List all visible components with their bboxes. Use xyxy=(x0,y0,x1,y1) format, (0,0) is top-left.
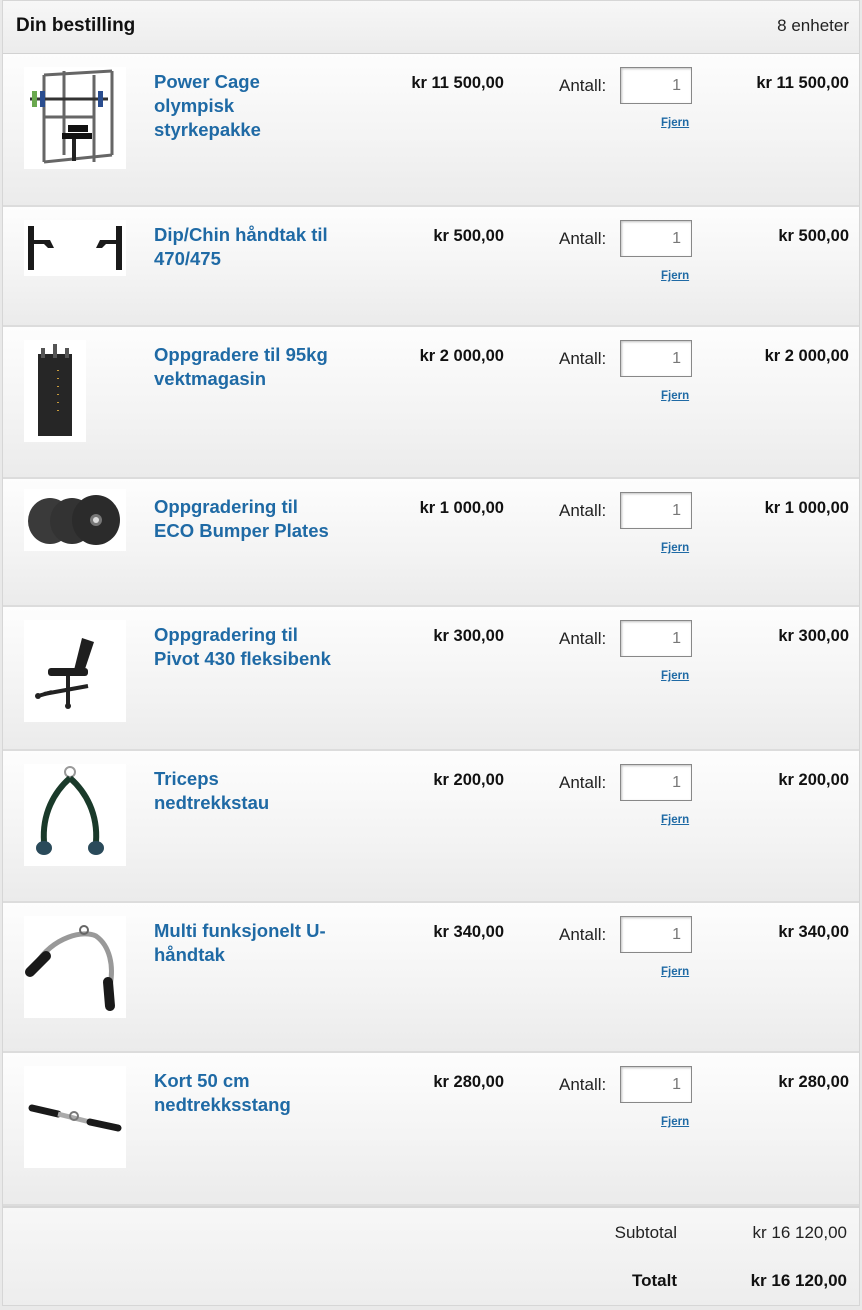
line-total: kr 200,00 xyxy=(778,771,849,789)
product-name[interactable]: Oppgradering til ECO Bumper Plates xyxy=(154,495,334,543)
product-name[interactable]: Triceps nedtrekkstau xyxy=(154,767,334,815)
line-total: kr 300,00 xyxy=(778,627,849,645)
unit-price: kr 200,00 xyxy=(433,771,504,789)
unit-price: kr 300,00 xyxy=(433,627,504,645)
cart-row: Oppgradere til 95kg vektmagasin kr 2 000… xyxy=(3,327,859,479)
cart-row: Kort 50 cm nedtrekksstang kr 280,00 Anta… xyxy=(3,1053,859,1206)
bumper-plates-image[interactable] xyxy=(24,489,126,551)
remove-link[interactable]: Fjern xyxy=(661,814,689,826)
unit-price: kr 280,00 xyxy=(433,1073,504,1091)
unit-price: kr 11 500,00 xyxy=(411,74,504,92)
unit-price: kr 2 000,00 xyxy=(419,347,504,365)
quantity-label: Antall: xyxy=(559,229,607,248)
quantity-label: Antall: xyxy=(559,76,607,95)
quantity-input[interactable] xyxy=(620,220,692,257)
product-name[interactable]: Dip/Chin håndtak til 470/475 xyxy=(154,223,334,271)
unit-price: kr 500,00 xyxy=(433,227,504,245)
cart-row: Power Cage olympisk styrkepakke kr 11 50… xyxy=(3,54,859,207)
dip-handle-image[interactable] xyxy=(24,220,126,276)
line-total: kr 1 000,00 xyxy=(764,499,849,517)
product-name[interactable]: Oppgradering til Pivot 430 fleksibenk xyxy=(154,623,334,671)
pulldown-bar-image[interactable] xyxy=(24,1066,126,1168)
quantity-input[interactable] xyxy=(620,1066,692,1103)
cart-row: Oppgradering til Pivot 430 fleksibenk kr… xyxy=(3,607,859,751)
quantity-label: Antall: xyxy=(559,1075,607,1094)
quantity-input[interactable] xyxy=(620,340,692,377)
total-label: Totalt xyxy=(631,1271,677,1290)
order-summary: Subtotal kr 16 120,00 Totalt kr 16 120,0… xyxy=(3,1206,859,1305)
u-handle-image[interactable] xyxy=(24,916,126,1018)
remove-link[interactable]: Fjern xyxy=(661,1116,689,1128)
quantity-label: Antall: xyxy=(559,773,607,792)
quantity-input[interactable] xyxy=(620,916,692,953)
quantity-label: Antall: xyxy=(559,501,607,520)
line-total: kr 340,00 xyxy=(778,923,849,941)
cart-row: Triceps nedtrekkstau kr 200,00 Antall: F… xyxy=(3,751,859,903)
remove-link[interactable]: Fjern xyxy=(661,270,689,282)
remove-link[interactable]: Fjern xyxy=(661,117,689,129)
quantity-input[interactable] xyxy=(620,492,692,529)
bench-image[interactable] xyxy=(24,620,126,722)
item-count: 8 enheter xyxy=(777,16,849,35)
weight-stack-image[interactable] xyxy=(24,340,86,442)
unit-price: kr 340,00 xyxy=(433,923,504,941)
line-total: kr 280,00 xyxy=(778,1073,849,1091)
order-title: Din bestilling xyxy=(16,15,136,36)
line-total: kr 11 500,00 xyxy=(756,74,849,92)
remove-link[interactable]: Fjern xyxy=(661,670,689,682)
order-header: Din bestilling 8 enheter xyxy=(3,1,859,54)
cart-row: Oppgradering til ECO Bumper Plates kr 1 … xyxy=(3,479,859,607)
remove-link[interactable]: Fjern xyxy=(661,966,689,978)
unit-price: kr 1 000,00 xyxy=(419,499,504,517)
triceps-rope-image[interactable] xyxy=(24,764,126,866)
line-total: kr 500,00 xyxy=(778,227,849,245)
order-panel: Din bestilling 8 enheter Power Cage olym… xyxy=(2,0,860,1306)
quantity-input[interactable] xyxy=(620,620,692,657)
cart-row: Dip/Chin håndtak til 470/475 kr 500,00 A… xyxy=(3,207,859,327)
product-name[interactable]: Oppgradere til 95kg vektmagasin xyxy=(154,343,334,391)
cart-row: Multi funksjonelt U-håndtak kr 340,00 An… xyxy=(3,903,859,1053)
remove-link[interactable]: Fjern xyxy=(661,542,689,554)
quantity-input[interactable] xyxy=(620,764,692,801)
power-cage-image[interactable] xyxy=(24,67,126,169)
remove-link[interactable]: Fjern xyxy=(661,390,689,402)
product-name[interactable]: Power Cage olympisk styrkepakke xyxy=(154,70,334,142)
product-name[interactable]: Multi funksjonelt U-håndtak xyxy=(154,919,334,967)
quantity-label: Antall: xyxy=(559,925,607,944)
subtotal-value: kr 16 120,00 xyxy=(752,1223,847,1242)
line-total: kr 2 000,00 xyxy=(764,347,849,365)
quantity-label: Antall: xyxy=(559,349,607,368)
product-name[interactable]: Kort 50 cm nedtrekksstang xyxy=(154,1069,334,1117)
quantity-input[interactable] xyxy=(620,67,692,104)
total-value: kr 16 120,00 xyxy=(750,1271,847,1290)
quantity-label: Antall: xyxy=(559,629,607,648)
subtotal-label: Subtotal xyxy=(614,1223,677,1242)
